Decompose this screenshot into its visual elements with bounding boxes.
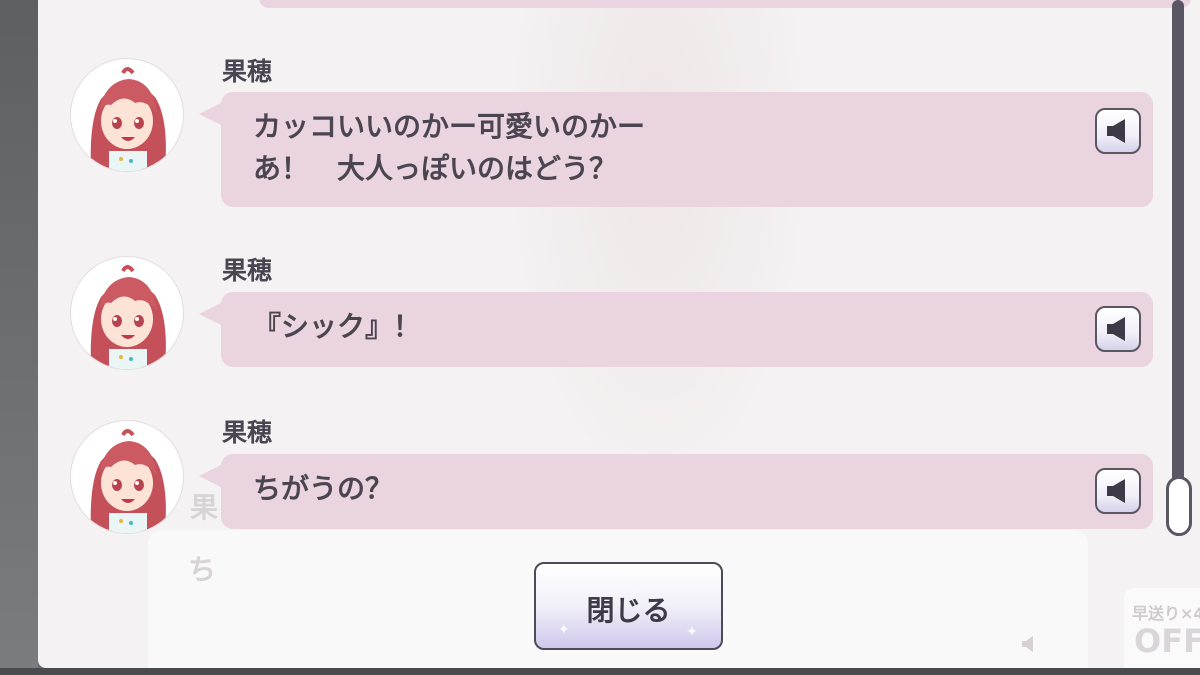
message-bubble: カッコいいのかー可愛いのかー あ！ 大人っぽいのはどう？: [199, 92, 1153, 207]
background-dialogue-text: ち: [188, 553, 217, 586]
kaho-avatar: [70, 420, 184, 534]
speaker-name: 果穂: [222, 418, 273, 447]
kaho-avatar: [70, 256, 184, 370]
bubble-tail: [199, 302, 223, 326]
sparkle-icon: ✦: [686, 624, 698, 640]
background-left-edge: [0, 0, 38, 675]
close-button[interactable]: 閉じる ✦ ✦: [534, 562, 723, 650]
kaho-avatar: [70, 58, 184, 172]
scrollbar-thumb[interactable]: [1166, 476, 1192, 536]
background-speaker-icon: [1018, 632, 1042, 660]
bubble-tail: [199, 102, 223, 126]
background-bottom-edge: [0, 668, 1200, 675]
speaker-name: 果穂: [222, 256, 273, 285]
speaker-icon: [1107, 479, 1125, 503]
message-text: 『シック』！: [253, 310, 422, 343]
message-bubble: ちがうの？: [199, 454, 1153, 529]
scrollbar-track[interactable]: [1172, 0, 1184, 536]
fast-forward-badge[interactable]: 早送り×4 OFF: [1124, 588, 1200, 668]
speaker-icon: [1107, 317, 1125, 341]
fast-forward-label: 早送り×4: [1132, 604, 1200, 623]
voice-replay-button[interactable]: [1095, 108, 1141, 154]
previous-message-bubble: [259, 0, 1191, 8]
voice-replay-button[interactable]: [1095, 468, 1141, 514]
backlog-panel: 果 ち 果穂 カッコいいのかー可愛いのかー あ！ 大人っぽいのはどう？ 果穂 『…: [38, 0, 1200, 668]
message-text: カッコいいのかー可愛いのかー あ！ 大人っぽいのはどう？: [253, 110, 646, 185]
bubble-tail: [199, 464, 223, 488]
voice-replay-button[interactable]: [1095, 306, 1141, 352]
background-name-text: 果: [190, 491, 219, 524]
speaker-icon: [1107, 119, 1125, 143]
message-bubble: 『シック』！: [199, 292, 1153, 367]
fast-forward-value: OFF: [1134, 622, 1200, 660]
message-text: ちがうの？: [253, 472, 394, 505]
sparkle-icon: ✦: [558, 622, 570, 638]
speaker-name: 果穂: [222, 57, 273, 86]
